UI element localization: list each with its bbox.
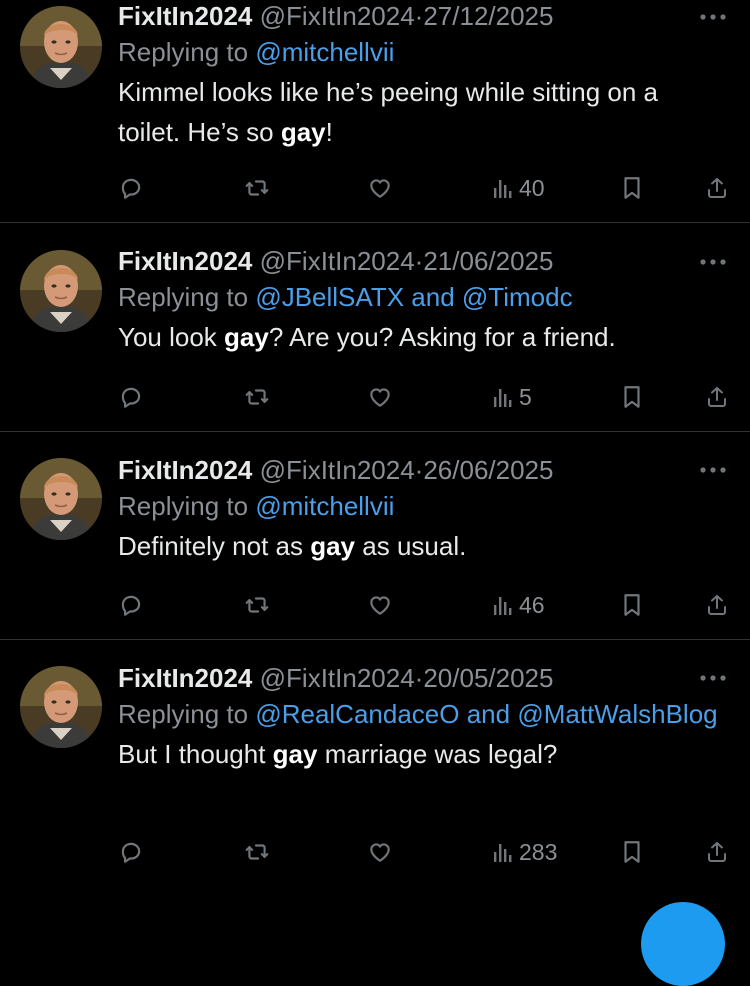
- tweet-header: FixItIn2024 @FixItIn2024·21/06/2025: [118, 245, 720, 277]
- replying-to-label: Replying to: [118, 37, 249, 67]
- like-icon[interactable]: [367, 382, 393, 412]
- avatar[interactable]: [20, 6, 102, 88]
- tweet-date[interactable]: 26/06/2025: [423, 455, 553, 485]
- bookmark-icon[interactable]: [621, 837, 643, 867]
- retweet-icon[interactable]: [243, 173, 271, 203]
- replying-to: Replying to @mitchellvii: [118, 486, 720, 526]
- replying-to-label: Replying to: [118, 699, 249, 729]
- tweet-text-part: But I thought: [118, 739, 273, 769]
- handle[interactable]: @FixItIn2024: [260, 1, 415, 31]
- views-count: 5: [519, 383, 532, 410]
- views-count: 40: [519, 174, 545, 201]
- tweet-date[interactable]: 20/05/2025: [423, 663, 553, 693]
- views-icon: [493, 385, 513, 409]
- views-count: 46: [519, 591, 545, 618]
- bookmark-icon[interactable]: [621, 173, 643, 203]
- tweet-text-part: You look: [118, 322, 225, 352]
- reply-icon[interactable]: [118, 382, 144, 412]
- mention-link[interactable]: @mitchellvii: [255, 37, 394, 67]
- bookmark-icon[interactable]: [621, 590, 643, 620]
- mention-link[interactable]: @mitchellvii: [255, 491, 394, 521]
- replying-to-joiner: and: [466, 699, 511, 729]
- tweet[interactable]: FixItIn2024 @FixItIn2024·26/06/2025 Repl…: [0, 432, 750, 640]
- views-button[interactable]: 5: [493, 382, 532, 412]
- tweet-actions: 46: [0, 590, 750, 620]
- reply-icon[interactable]: [118, 837, 144, 867]
- views-icon: [493, 593, 513, 617]
- share-icon[interactable]: [705, 173, 729, 203]
- views-button[interactable]: 40: [493, 173, 545, 203]
- share-icon[interactable]: [705, 590, 729, 620]
- display-name[interactable]: FixItIn2024: [118, 455, 252, 485]
- tweet-date[interactable]: 27/12/2025: [423, 1, 553, 31]
- tweet-text-part: ? Are you? Asking for a friend.: [268, 322, 616, 352]
- compose-button[interactable]: [641, 902, 725, 986]
- display-name[interactable]: FixItIn2024: [118, 663, 252, 693]
- tweet-text-bold: gay: [272, 739, 318, 769]
- reply-icon[interactable]: [118, 173, 144, 203]
- tweet-date[interactable]: 21/06/2025: [423, 246, 553, 276]
- views-button[interactable]: 46: [493, 590, 545, 620]
- tweet-text: Definitely not as gay as usual.: [118, 526, 720, 566]
- tweet-header: FixItIn2024 @FixItIn2024·20/05/2025: [118, 662, 720, 694]
- tweet[interactable]: FixItIn2024 @FixItIn2024·21/06/2025 Repl…: [0, 223, 750, 432]
- replying-to: Replying to @JBellSATX and @Timodc: [118, 277, 720, 317]
- tweet-actions: 283: [0, 837, 750, 867]
- tweet-actions: 40: [0, 173, 750, 203]
- tweet-text-bold: gay: [280, 117, 326, 147]
- retweet-icon[interactable]: [243, 590, 271, 620]
- retweet-icon[interactable]: [243, 837, 271, 867]
- replying-to-joiner: and: [411, 282, 455, 312]
- tweet-text: You look gay? Are you? Asking for a frie…: [118, 317, 720, 357]
- mention-link[interactable]: @JBellSATX: [255, 282, 404, 312]
- like-icon[interactable]: [367, 837, 393, 867]
- tweet-actions: 5: [0, 382, 750, 412]
- bookmark-icon[interactable]: [621, 382, 643, 412]
- avatar[interactable]: [20, 458, 102, 540]
- tweet-header: FixItIn2024 @FixItIn2024·26/06/2025: [118, 454, 720, 486]
- tweet[interactable]: FixItIn2024 @FixItIn2024·27/12/2025 Repl…: [0, 0, 750, 223]
- share-icon[interactable]: [705, 837, 729, 867]
- tweet-text-part: as usual.: [355, 531, 467, 561]
- handle[interactable]: @FixItIn2024: [260, 246, 415, 276]
- views-button[interactable]: 283: [493, 837, 557, 867]
- views-icon: [493, 840, 513, 864]
- mention-link[interactable]: @Timodc: [462, 282, 573, 312]
- tweet-text-part: !: [325, 117, 333, 147]
- like-icon[interactable]: [367, 173, 393, 203]
- tweet-feed: FixItIn2024 @FixItIn2024·27/12/2025 Repl…: [0, 0, 750, 930]
- tweet-text: Kimmel looks like he’s peeing while sitt…: [118, 72, 720, 152]
- tweet-text: But I thought gay marriage was legal?: [118, 734, 720, 774]
- tweet[interactable]: FixItIn2024 @FixItIn2024·20/05/2025 Repl…: [0, 640, 750, 930]
- tweet-text-bold: gay: [224, 322, 269, 352]
- avatar[interactable]: [20, 250, 102, 332]
- reply-icon[interactable]: [118, 590, 144, 620]
- tweet-text-part: marriage was legal?: [317, 739, 558, 769]
- tweet-header: FixItIn2024 @FixItIn2024·27/12/2025: [118, 0, 720, 32]
- views-count: 283: [519, 838, 558, 865]
- replying-to-label: Replying to: [118, 491, 249, 521]
- tweet-text-bold: gay: [310, 531, 356, 561]
- handle[interactable]: @FixItIn2024: [260, 663, 415, 693]
- mention-link[interactable]: @MattWalshBlog: [517, 699, 717, 729]
- display-name[interactable]: FixItIn2024: [118, 1, 252, 31]
- views-icon: [493, 176, 513, 200]
- retweet-icon[interactable]: [243, 382, 271, 412]
- replying-to: Replying to @RealCandaceO and @MattWalsh…: [118, 694, 720, 734]
- mention-link[interactable]: @RealCandaceO: [255, 699, 459, 729]
- tweet-text-part: Kimmel looks like he’s peeing while sitt…: [118, 77, 659, 147]
- share-icon[interactable]: [705, 382, 729, 412]
- display-name[interactable]: FixItIn2024: [118, 246, 252, 276]
- tweet-text-part: Definitely not as: [118, 531, 311, 561]
- like-icon[interactable]: [367, 590, 393, 620]
- avatar[interactable]: [20, 666, 102, 748]
- handle[interactable]: @FixItIn2024: [260, 455, 415, 485]
- replying-to: Replying to @mitchellvii: [118, 32, 720, 72]
- replying-to-label: Replying to: [118, 282, 249, 312]
